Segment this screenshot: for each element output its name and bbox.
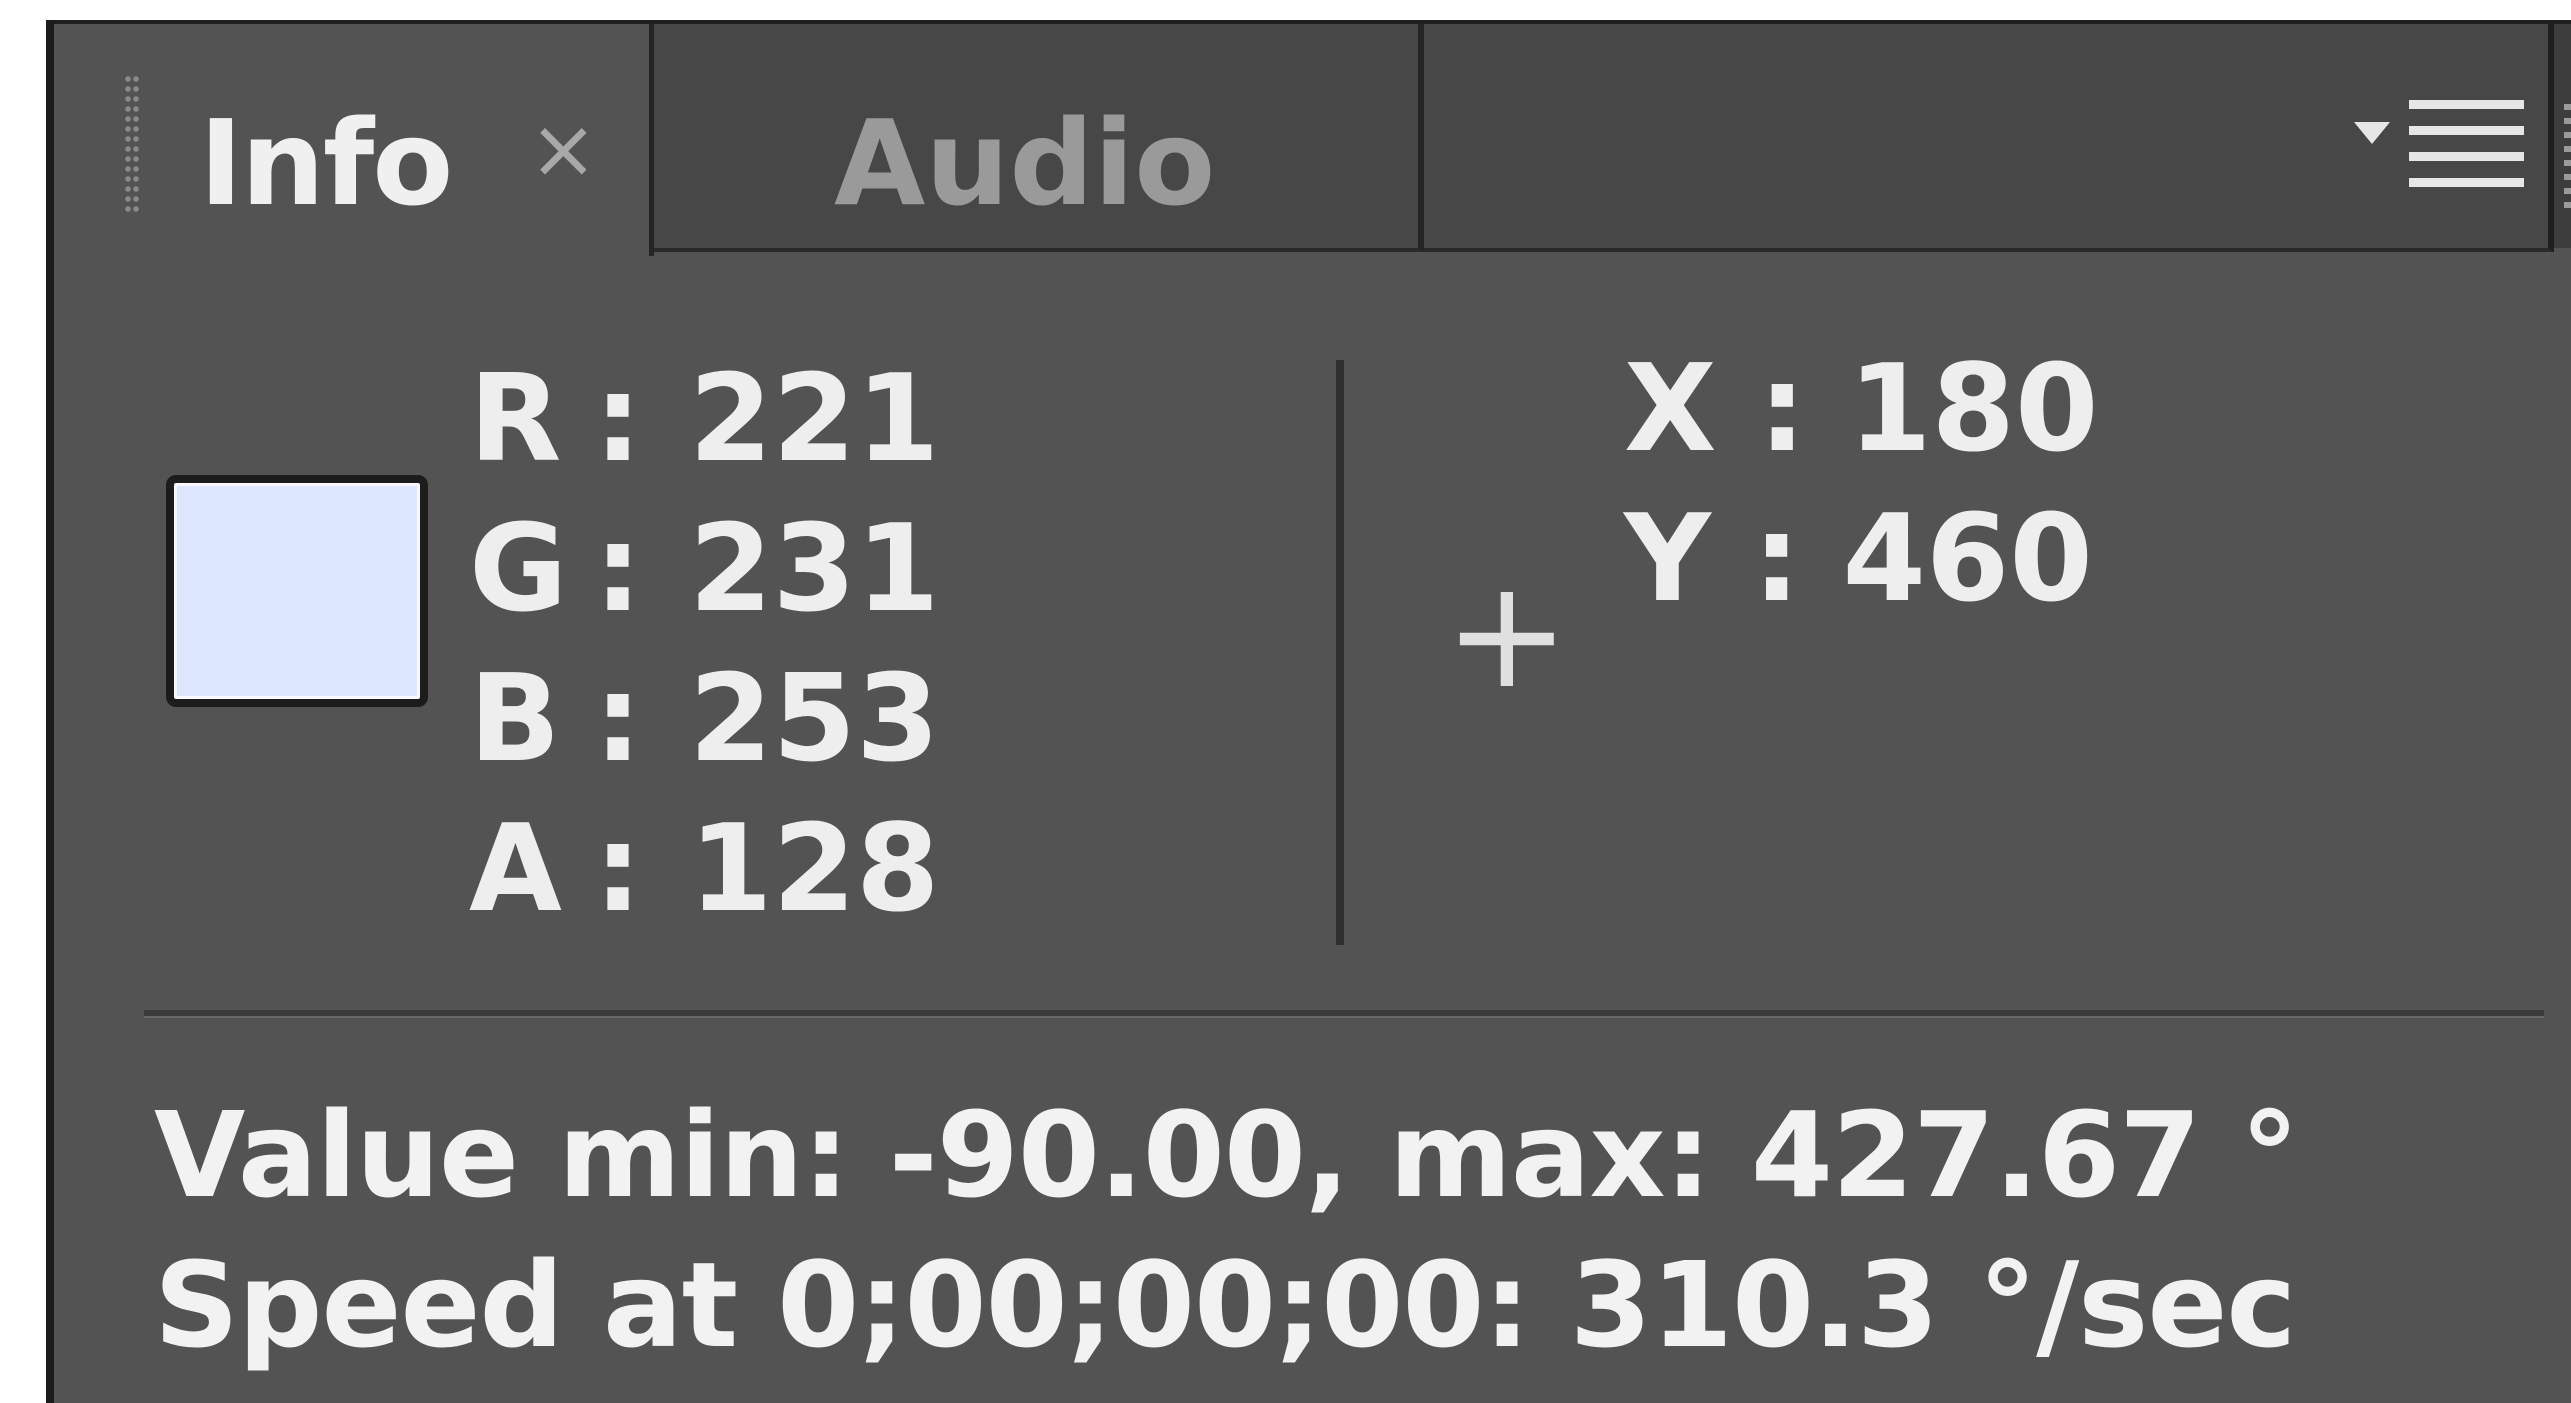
alpha-label: A xyxy=(469,800,562,939)
menu-line xyxy=(2409,178,2524,187)
tab-audio[interactable]: Audio xyxy=(654,24,1424,252)
green-separator: : xyxy=(594,500,642,639)
red-label: R xyxy=(469,350,562,489)
speed-text: Speed at 0;00;00;00: 310.3 °/sec xyxy=(154,1236,2296,1374)
tab-audio-label: Audio xyxy=(834,94,1216,232)
panel-tab-bar: Info × Audio xyxy=(54,20,2571,256)
tab-info-label: Info xyxy=(199,94,453,232)
tab-info[interactable]: Info × xyxy=(54,24,654,256)
menu-line xyxy=(2409,126,2524,135)
blue-value: 253 xyxy=(689,650,940,789)
rgba-values: R:221 G:231 B:253 A:128 xyxy=(469,345,940,945)
panel-menu-icon[interactable] xyxy=(2354,92,2554,202)
close-icon[interactable]: × xyxy=(529,109,598,191)
info-panel: Info × Audio R:221 G:231 B:253 A: 128 +… xyxy=(46,20,2571,1403)
alpha-row: A:128 xyxy=(469,795,940,945)
crosshair-icon: + xyxy=(1444,548,1570,722)
y-coordinate: Y : 460 xyxy=(1624,490,2093,629)
edge-grip-icon[interactable] xyxy=(2564,104,2571,214)
value-readout: Value min: -90.00, max: 427.67 ° Speed a… xyxy=(154,1080,2299,1380)
alpha-separator: : xyxy=(594,800,642,939)
menu-line xyxy=(2409,100,2524,109)
red-value: 221 xyxy=(689,350,940,489)
x-coordinate: X : 180 xyxy=(1624,340,2099,479)
grip-dots-icon[interactable] xyxy=(124,74,140,214)
vertical-divider xyxy=(1336,360,1344,945)
red-row: R:221 xyxy=(469,345,940,495)
blue-label: B xyxy=(469,650,561,789)
alpha-value: 128 xyxy=(689,800,940,939)
tab-bar-empty-area xyxy=(1424,24,2554,252)
color-swatch xyxy=(166,475,428,707)
menu-line xyxy=(2409,152,2524,161)
menu-triangle xyxy=(2354,122,2390,144)
green-row: G:231 xyxy=(469,495,940,645)
cursor-position: X : 180 Y : 460 xyxy=(1624,335,2099,635)
horizontal-divider xyxy=(144,1010,2544,1018)
red-separator: : xyxy=(594,350,642,489)
blue-separator: : xyxy=(594,650,642,789)
green-value: 231 xyxy=(689,500,940,639)
green-label: G xyxy=(469,500,568,639)
value-range-text: Value min: -90.00, max: 427.67 ° xyxy=(154,1086,2299,1224)
blue-row: B:253 xyxy=(469,645,940,795)
